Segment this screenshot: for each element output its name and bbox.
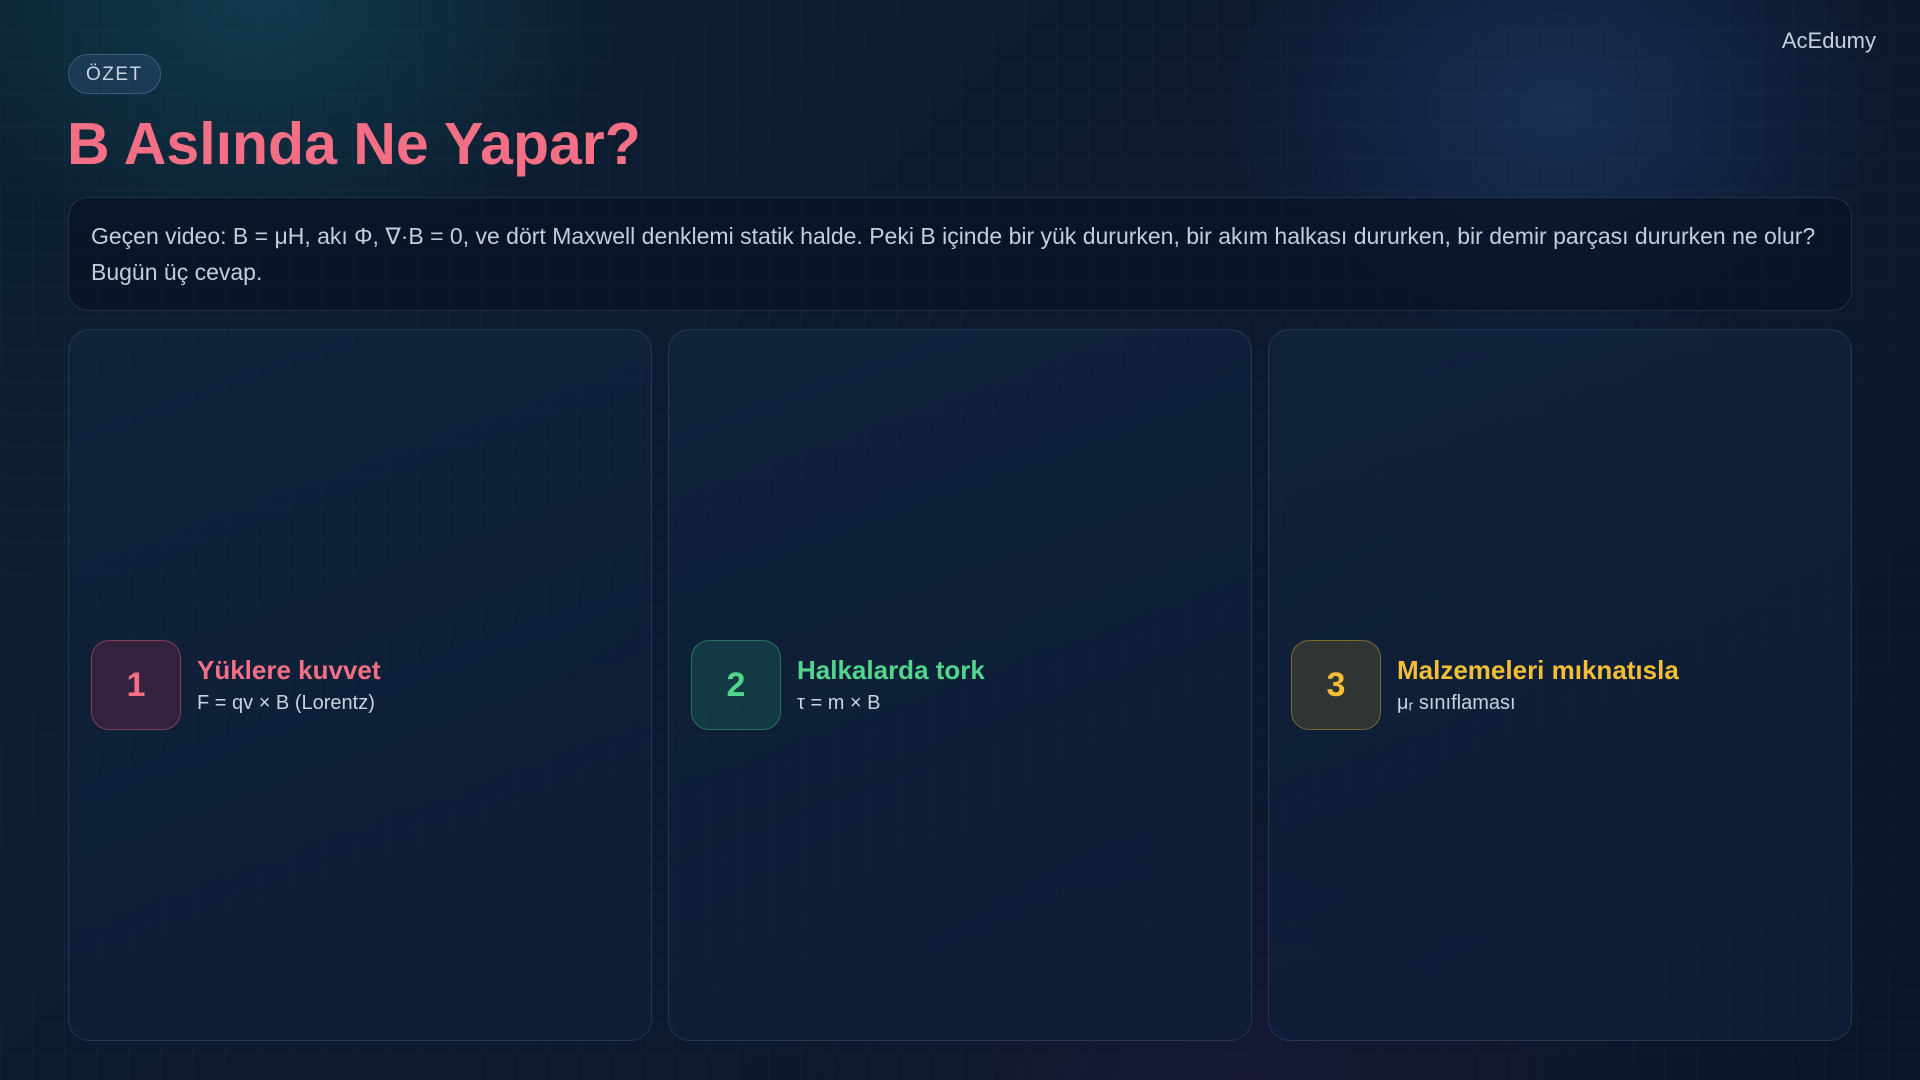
summary-card-magnetize: 3 Malzemeleri mıknatısla μᵣ sınıflaması (1268, 329, 1852, 1041)
card-number-badge: 2 (691, 640, 781, 730)
card-text: Halkalarda tork τ = m × B (797, 653, 985, 717)
section-tag: ÖZET (68, 54, 161, 94)
summary-card-torque: 2 Halkalarda tork τ = m × B (668, 329, 1252, 1041)
brand-logo: AcEdumy (1781, 28, 1876, 53)
page-title: B Aslında Ne Yapar? (67, 111, 641, 177)
card-number-badge: 1 (91, 640, 181, 730)
card-formula: μᵣ sınıflaması (1397, 692, 1516, 714)
card-number-badge: 3 (1291, 640, 1381, 730)
card-formula: F = qv × B (Lorentz) (197, 692, 375, 714)
summary-cards: 1 Yüklere kuvvet F = qv × B (Lorentz) 2 … (68, 329, 1852, 1041)
card-title: Halkalarda tork (797, 655, 985, 685)
card-text: Yüklere kuvvet F = qv × B (Lorentz) (197, 653, 381, 717)
card-title: Malzemeleri mıknatısla (1397, 655, 1679, 685)
intro-box: Geçen video: B = μH, akı Φ, ∇·B = 0, ve … (68, 197, 1852, 311)
summary-card-forces: 1 Yüklere kuvvet F = qv × B (Lorentz) (68, 329, 652, 1041)
card-formula: τ = m × B (797, 692, 881, 714)
card-title: Yüklere kuvvet (197, 655, 381, 685)
card-text: Malzemeleri mıknatısla μᵣ sınıflaması (1397, 653, 1679, 717)
